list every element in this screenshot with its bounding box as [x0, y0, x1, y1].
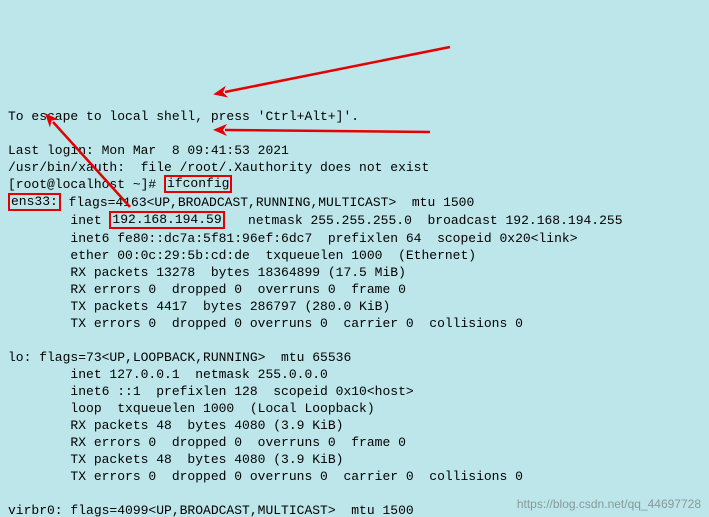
- lo-inet: inet 127.0.0.1 netmask 255.0.0.0: [8, 367, 328, 382]
- command-ifconfig: ifconfig: [164, 175, 232, 193]
- ens33-rx-errors: RX errors 0 dropped 0 overruns 0 frame 0: [8, 282, 406, 297]
- last-login-line: Last login: Mon Mar 8 09:41:53 2021: [8, 143, 289, 158]
- ens33-inet6: inet6 fe80::dc7a:5f81:96ef:6dc7 prefixle…: [8, 231, 578, 246]
- lo-tx-packets: TX packets 48 bytes 4080 (3.9 KiB): [8, 452, 343, 467]
- ens33-tx-packets: TX packets 4417 bytes 286797 (280.0 KiB): [8, 299, 390, 314]
- xauth-line: /usr/bin/xauth: file /root/.Xauthority d…: [8, 160, 429, 175]
- lo-rx-packets: RX packets 48 bytes 4080 (3.9 KiB): [8, 418, 343, 433]
- ens33-flags: flags=4163<UP,BROADCAST,RUNNING,MULTICAS…: [61, 195, 474, 210]
- lo-tx-errors: TX errors 0 dropped 0 overruns 0 carrier…: [8, 469, 523, 484]
- watermark-text: https://blog.csdn.net/qq_44697728: [517, 496, 701, 513]
- lo-loop: loop txqueuelen 1000 (Local Loopback): [8, 401, 375, 416]
- escape-hint: To escape to local shell, press 'Ctrl+Al…: [8, 109, 359, 124]
- terminal-output: To escape to local shell, press 'Ctrl+Al…: [0, 85, 709, 517]
- ens33-ether: ether 00:0c:29:5b:cd:de txqueuelen 1000 …: [8, 248, 476, 263]
- ens33-tx-errors: TX errors 0 dropped 0 overruns 0 carrier…: [8, 316, 523, 331]
- ens33-ip-address: 192.168.194.59: [109, 211, 224, 229]
- shell-prompt[interactable]: [root@localhost ~]#: [8, 177, 164, 192]
- ens33-rx-packets: RX packets 13278 bytes 18364899 (17.5 Mi…: [8, 265, 406, 280]
- interface-name-ens33: ens33:: [8, 193, 61, 211]
- ens33-inet-prefix: inet: [8, 213, 109, 228]
- lo-inet6: inet6 ::1 prefixlen 128 scopeid 0x10<hos…: [8, 384, 414, 399]
- virbr0-header: virbr0: flags=4099<UP,BROADCAST,MULTICAS…: [8, 503, 414, 517]
- lo-header: lo: flags=73<UP,LOOPBACK,RUNNING> mtu 65…: [8, 350, 351, 365]
- lo-rx-errors: RX errors 0 dropped 0 overruns 0 frame 0: [8, 435, 406, 450]
- ens33-inet-suffix: netmask 255.255.255.0 broadcast 192.168.…: [225, 213, 623, 228]
